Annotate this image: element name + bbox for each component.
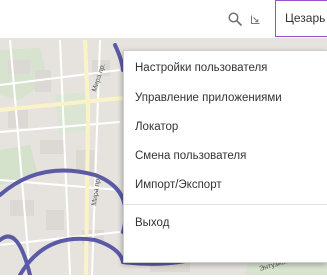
menu-item-switch-user[interactable]: Смена пользователя [124,142,327,171]
menu-item-logout[interactable]: Выход [124,209,327,238]
menu-item-user-settings[interactable]: Настройки пользователя [124,51,327,84]
expand-icon [250,15,259,24]
menu-divider [124,204,327,205]
menu-item-import-export[interactable]: Импорт/Экспорт [124,171,327,200]
top-toolbar: Цезарь [0,0,327,38]
user-dropdown-menu: Настройки пользователя Управление прилож… [123,50,327,263]
expand-button[interactable] [247,0,263,38]
user-menu-button[interactable]: Цезарь [275,0,327,37]
search-button[interactable] [224,0,246,38]
menu-item-app-management[interactable]: Управление приложениями [124,84,327,113]
menu-item-locator[interactable]: Локатор [124,113,327,142]
search-icon [228,12,242,26]
